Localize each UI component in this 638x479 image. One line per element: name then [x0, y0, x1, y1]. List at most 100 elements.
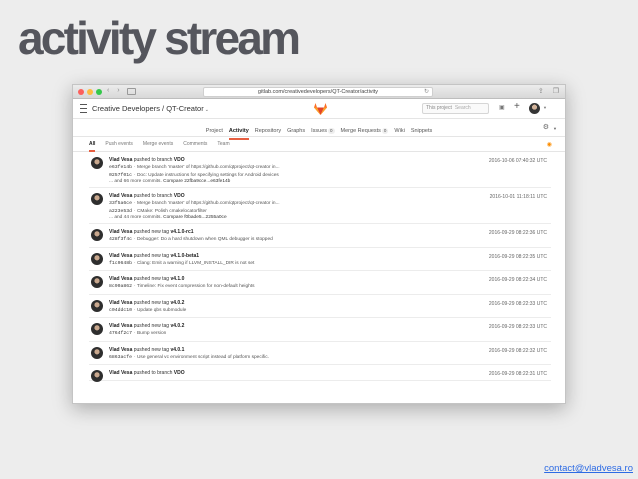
commit-sha[interactable]: 6863acfe: [109, 355, 132, 360]
project-breadcrumb[interactable]: Creative Developers / QT-Creator⌄: [92, 103, 209, 116]
event-author[interactable]: Vlad Vesa: [109, 370, 132, 376]
rss-icon[interactable]: ◉: [547, 141, 552, 148]
avatar[interactable]: [91, 323, 103, 335]
avatar[interactable]: [91, 193, 103, 205]
filter-tab-push-events[interactable]: Push events: [105, 137, 133, 152]
commit-sha[interactable]: 0257f01c: [109, 173, 132, 178]
commit-line: f1c9648b · Clang: Emit a warning if LLVM_…: [109, 260, 255, 266]
commit-sha[interactable]: 33f5a6ce: [109, 201, 132, 206]
event-item: Vlad Vesa pushed new tag v4.1.0-beta1 201…: [89, 248, 551, 271]
tabs-icon[interactable]: ❐: [553, 87, 559, 95]
event-header: Vlad Vesa pushed new tag v4.1.0: [109, 275, 551, 283]
more-commits-text: ... and 66 more commits.: [109, 179, 162, 184]
commit-message: Merge branch 'master' of https://github.…: [136, 165, 280, 170]
commit-sha[interactable]: 8c90a862: [109, 284, 132, 289]
tab-label: Snippets: [410, 128, 433, 134]
commit-sha[interactable]: a223e53d: [109, 209, 132, 214]
event-header: Vlad Vesa pushed to branch VDO: [109, 156, 551, 164]
filter-tab-team[interactable]: Team: [217, 137, 229, 152]
event-ref[interactable]: v4.0.2: [170, 300, 184, 306]
sidebar-toggle-icon[interactable]: [127, 88, 136, 95]
tab-label: Repository: [254, 128, 282, 134]
search-input[interactable]: This project Search: [422, 103, 489, 114]
avatar[interactable]: [91, 370, 103, 382]
commit-message: Clang: Emit a warning if LLVM_INSTALL_DI…: [136, 260, 255, 266]
avatar[interactable]: [91, 276, 103, 288]
todos-icon[interactable]: ▣: [499, 104, 505, 111]
event-author[interactable]: Vlad Vesa: [109, 157, 132, 163]
avatar[interactable]: [91, 157, 103, 169]
event-ref[interactable]: VDO: [174, 157, 185, 163]
filter-tab-comments[interactable]: Comments: [183, 137, 207, 152]
avatar[interactable]: [91, 346, 103, 359]
event-ref[interactable]: v4.1.0-beta1: [170, 253, 199, 259]
filter-tab-all[interactable]: All: [89, 137, 96, 152]
tab-label: Activity: [228, 128, 249, 134]
event-action: pushed new tag: [133, 299, 170, 306]
event-item: Vlad Vesa pushed new tag v4.1.0-rc1 2016-…: [89, 224, 551, 248]
event-author[interactable]: Vlad Vesa: [109, 323, 132, 329]
event-ref[interactable]: v4.1.0: [170, 276, 184, 282]
compare-link[interactable]: Compare 22fba9cce...e63fe14b: [163, 179, 230, 184]
event-header: Vlad Vesa pushed new tag v4.0.2: [109, 322, 551, 330]
commit-sha[interactable]: f1c9648b: [109, 261, 132, 266]
minimize-window-button[interactable]: [87, 89, 93, 95]
gitlab-logo-icon[interactable]: [314, 103, 327, 115]
tab-label: Merge Requests: [340, 128, 381, 134]
search-placeholder: Search: [454, 105, 471, 111]
event-filter-tabs: All Push events Merge events Comments Team ◉: [73, 137, 565, 152]
gitlab-header: Creative Developers / QT-Creator⌄ This p…: [73, 99, 565, 119]
event-ref[interactable]: VDO: [174, 370, 185, 376]
commit-sha[interactable]: 4764f2c7: [109, 331, 132, 336]
commit-sha[interactable]: c04ddc10: [109, 308, 132, 313]
chevron-down-icon[interactable]: ▼: [553, 126, 557, 131]
avatar[interactable]: [91, 252, 103, 265]
event-header: Vlad Vesa pushed new tag v4.1.0-rc1: [109, 228, 551, 236]
commit-sha[interactable]: e63fe14b: [109, 165, 132, 170]
event-ref[interactable]: v4.1.0-rc1: [170, 229, 193, 235]
event-item: Vlad Vesa pushed to branch VDO 2016-10-01…: [89, 188, 551, 224]
commit-line: 4764f2c7 · Bump version: [109, 331, 167, 336]
event-ref[interactable]: v4.0.1: [170, 347, 184, 353]
event-action: pushed new tag: [133, 229, 170, 235]
count-badge: 0: [381, 128, 389, 134]
avatar[interactable]: [91, 229, 103, 241]
event-ref[interactable]: VDO: [174, 193, 185, 199]
event-action: pushed new tag: [133, 276, 170, 282]
compare-link[interactable]: Compare f0bade5...2255a0ce: [163, 215, 226, 220]
event-author[interactable]: Vlad Vesa: [109, 347, 132, 353]
event-author[interactable]: Vlad Vesa: [109, 253, 132, 259]
event-author[interactable]: Vlad Vesa: [109, 300, 132, 306]
tab-label: Wiki: [394, 128, 405, 134]
avatar[interactable]: [91, 299, 103, 312]
commit-sha[interactable]: 428f3f4c: [109, 237, 132, 242]
event-time: 2016-09-29 08:22:31 UTC: [488, 371, 547, 377]
menu-icon[interactable]: [80, 104, 87, 113]
tab-label: Project: [205, 128, 223, 134]
address-bar[interactable]: gitlab.com/creativedevelopers/QT-Creator…: [203, 87, 433, 97]
browser-window: ‹ › gitlab.com/creativedevelopers/QT-Cre…: [72, 84, 566, 404]
event-author[interactable]: Vlad Vesa: [109, 193, 132, 199]
event-filter-list: All Push events Merge events Comments Team: [89, 137, 565, 152]
close-window-button[interactable]: [78, 89, 84, 95]
event-time: 2016-09-29 08:22:35 UTC: [488, 253, 547, 260]
zoom-window-button[interactable]: [96, 89, 102, 95]
filter-tab-merge-events[interactable]: Merge events: [143, 137, 173, 152]
back-forward-icon[interactable]: ‹ ›: [107, 87, 123, 94]
event-time: 2016-09-29 08:22:36 UTC: [488, 230, 547, 236]
gear-icon[interactable]: ⚙: [543, 123, 549, 131]
reload-icon[interactable]: ↻: [424, 88, 429, 95]
event-author[interactable]: Vlad Vesa: [109, 229, 132, 235]
contact-link[interactable]: contact@vladvesa.ro: [544, 463, 633, 474]
event-header: Vlad Vesa pushed new tag v4.0.2: [109, 299, 551, 307]
commit-message: Debugger: Do a hard shutdown when QML de…: [136, 237, 273, 242]
commit-line: e63fe14b · Merge branch 'master' of https…: [109, 165, 280, 170]
event-author[interactable]: Vlad Vesa: [109, 276, 132, 282]
chevron-down-icon[interactable]: ▼: [543, 105, 547, 110]
commit-line: c04ddc10 · Update qbs submodule: [109, 307, 187, 313]
event-ref[interactable]: v4.0.2: [170, 323, 184, 329]
user-avatar[interactable]: [529, 103, 540, 114]
new-item-icon[interactable]: +: [514, 101, 520, 112]
event-header: Vlad Vesa pushed new tag v4.1.0-beta1: [109, 252, 551, 260]
share-icon[interactable]: ⇪: [538, 87, 544, 95]
